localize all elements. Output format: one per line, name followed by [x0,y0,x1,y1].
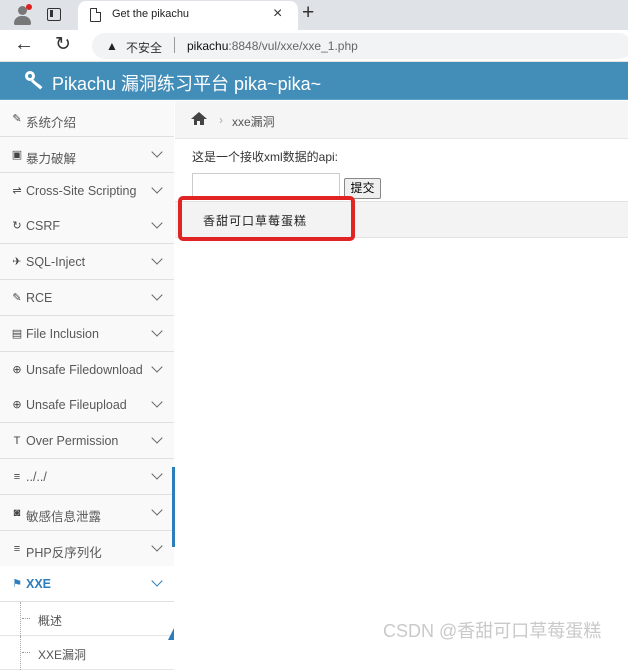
url-separator [174,37,175,53]
chevron-down-icon [151,253,163,265]
breadcrumb-separator: › [219,113,223,127]
chevron-down-icon [151,540,163,552]
sidebar-item[interactable]: ↻ CSRF [0,208,174,244]
chevron-down-icon [151,432,163,444]
tab-close-icon[interactable]: × [273,5,282,23]
sidebar-item-label: Unsafe Fileupload [26,398,127,412]
sidebar-item-label: SQL-Inject [26,255,86,269]
url-host: pikachu [187,39,229,53]
sidebar-item[interactable]: ⊕ Unsafe Fileupload [0,387,174,423]
refresh-icon: ↻ [12,220,22,232]
sidebar-item-label: ../../ [26,470,47,484]
list-icon: ≡ [13,543,21,555]
tree-line [20,636,21,670]
text-icon: T [13,435,21,447]
breadcrumb-current: xxe漏洞 [232,115,275,129]
chevron-down-icon [151,182,163,194]
key-icon [24,70,46,92]
sidebar-item-label: Unsafe Filedownload [26,363,143,377]
sidebar-item[interactable]: ◙ 敏感信息泄露 [0,495,174,531]
highlight-annotation [178,196,355,241]
sidebar-item[interactable]: ▤ File Inclusion [0,316,174,352]
camera-icon: ◙ [13,507,21,519]
browser-tab-bar: Get the pikachu × + [0,0,628,30]
tree-line [20,602,21,636]
chevron-down-icon [151,361,163,373]
url-text[interactable]: pikachu:8848/vul/xxe/xxe_1.php [187,39,358,53]
chevron-down-icon [151,325,163,337]
sidebar-item-label: XXE [26,577,52,591]
tab-actions-icon[interactable] [47,8,61,21]
url-path: :8848/vul/xxe/xxe_1.php [228,39,358,53]
list-icon: ≡ [13,471,21,483]
chevron-down-icon [151,468,163,480]
site-title[interactable]: Pikachu 漏洞练习平台 pika~pika~ [52,70,321,96]
sidebar-item-label: Over Permission [26,434,119,448]
api-description: 这是一个接收xml数据的api: [192,150,339,164]
sliders-icon: ⇌ [12,185,22,197]
sidebar-item-label: 暴力破解 [26,152,77,166]
warning-icon[interactable]: ▲ [106,39,118,53]
tree-dash [22,618,30,619]
upload-icon: ⊕ [12,399,22,411]
file-icon: ▤ [11,328,23,340]
sidebar-item-label: Cross-Site Scripting [26,184,137,198]
sidebar: ✎ 系统介绍 ▣ 暴力破解 ⇌ Cross-Site Scripting ↻ CSRF ✈ SQL… [0,101,174,670]
watermark: CSDN @香甜可口草莓蛋糕 [383,621,602,641]
sidebar-item[interactable]: ✎ RCE [0,280,174,316]
chevron-down-icon [151,217,163,229]
home-icon[interactable] [191,112,207,126]
submenu-arrow-icon [168,628,174,640]
sidebar-item-label: CSRF [26,219,61,233]
tab-title: Get the pikachu [112,8,190,20]
sidebar-item-label: 敏感信息泄露 [26,510,102,524]
profile-avatar-icon[interactable] [12,4,34,26]
sidebar-item-label: PHP反序列化 [26,546,102,560]
sidebar-item-label: 系统介绍 [26,116,77,130]
sidebar-item-label: File Inclusion [26,327,99,341]
sidebar-subitem-label: 概述 [38,614,63,628]
tag-icon: ✎ [12,113,22,125]
pencil-icon: ✎ [12,292,22,304]
sidebar-item[interactable]: ≡ ../../ [0,459,174,495]
sidebar-subitem-label: XXE漏洞 [38,648,87,662]
chevron-down-icon [151,504,163,516]
sidebar-item[interactable]: ⇌ Cross-Site Scripting [0,173,174,209]
active-indicator [172,467,175,547]
sidebar-item-label: RCE [26,291,53,305]
address-bar-row: ← ↻ ▲ 不安全 pikachu:8848/vul/xxe/xxe_1.php [0,30,628,62]
page-icon [90,8,101,22]
sidebar-subitem[interactable]: XXE漏洞 [0,636,174,670]
tree-dash [22,652,30,653]
url-field[interactable]: ▲ 不安全 pikachu:8848/vul/xxe/xxe_1.php [92,33,628,59]
insecure-label[interactable]: 不安全 [126,39,162,56]
sidebar-item[interactable]: ⚑ XXE [0,566,174,602]
lock-icon: ▣ [11,149,23,161]
sidebar-item[interactable]: T Over Permission [0,423,174,459]
sidebar-item[interactable]: ✈ SQL-Inject [0,244,174,280]
browser-tab[interactable]: Get the pikachu × [78,1,298,30]
reload-icon[interactable]: ↻ [55,33,71,56]
sidebar-item[interactable]: ⊕ Unsafe Filedownload [0,352,174,388]
chevron-down-icon [151,575,163,587]
chevron-down-icon [151,396,163,408]
chevron-down-icon [151,146,163,158]
new-tab-icon[interactable]: + [302,1,314,25]
sidebar-item[interactable]: ▣ 暴力破解 [0,137,174,173]
plane-icon: ✈ [12,256,22,268]
site-header: Pikachu 漏洞练习平台 pika~pika~ [0,62,628,100]
sidebar-item[interactable]: ✎ 系统介绍 [0,101,174,137]
sidebar-item[interactable]: ≡ PHP反序列化 [0,531,174,567]
back-icon[interactable]: ← [14,33,34,56]
breadcrumb: › xxe漏洞 [175,101,628,139]
download-icon: ⊕ [12,364,22,376]
flag-icon: ⚑ [12,578,22,590]
sidebar-subitem[interactable]: 概述 [0,602,174,636]
chevron-down-icon [151,289,163,301]
